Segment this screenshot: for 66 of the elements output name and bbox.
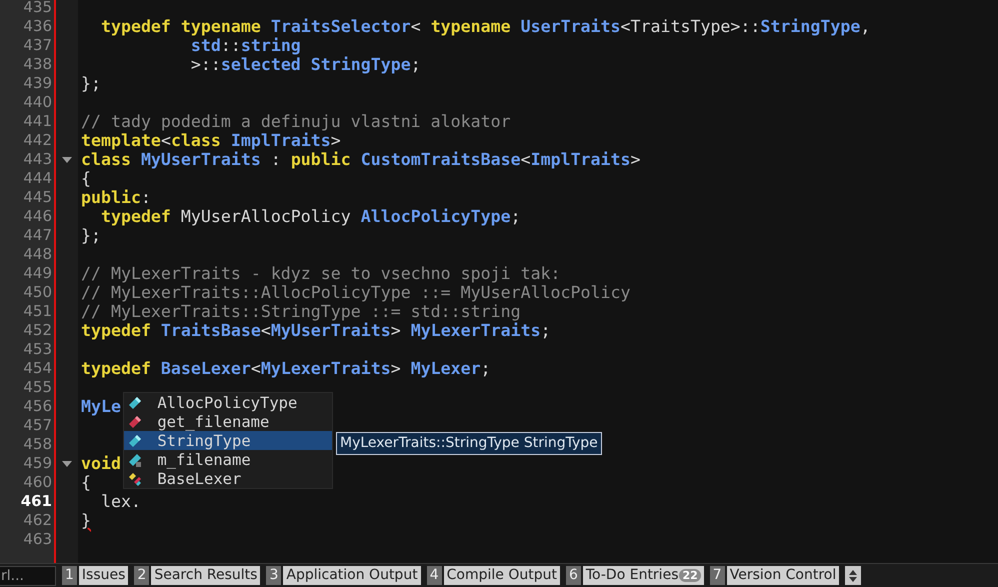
code-line: } [81,511,91,530]
code-line: typedef typename TraitsSelector< typename UserTraits<TraitsType>::StringType, [100,17,870,36]
code-line: typedef MyUserAllocPolicy AllocPolicyType; [100,207,521,226]
code-line: // MyLexerTraits::AllocPolicyType ::= MyUserAllocPolicy [81,283,630,302]
tooltip: MyLexerTraits::StringType StringType [336,432,602,455]
code-line: public: [81,188,151,207]
completion-item[interactable]: get_filename [124,412,332,431]
line-number: 453 [23,340,52,359]
line-number: 447 [23,226,52,245]
updown-button[interactable] [845,566,862,585]
line-number: 436 [23,17,52,36]
line-number: 441 [23,112,52,131]
line-number: 450 [23,283,52,302]
line-number: 458 [23,435,52,454]
code-line: { [81,473,91,492]
line-number: 437 [23,36,52,55]
line-number: 443 [23,150,52,169]
line-number: 460 [23,473,52,492]
fold-arrow-icon[interactable] [62,460,72,466]
code-line: class MyUserTraits : public CustomTraitsBase<ImplTraits> [81,150,641,169]
line-number: 446 [23,207,52,226]
updown-icon [849,568,858,582]
code-line: std::string [190,36,301,55]
code-line: // tady podedim a definuju vlastni alokator [81,112,511,131]
code-line: void [81,454,121,473]
code-line: // MyLexerTraits - kdyz se to vsechno spoji tak: [81,264,561,283]
line-number: 457 [23,416,52,435]
completion-item[interactable]: AllocPolicyType [124,393,332,412]
code-line: typedef TraitsBase<MyUserTraits> MyLexerTraits; [81,321,551,340]
line-number: 459 [23,454,52,473]
diamond-icon [128,414,142,428]
fold-arrow-icon[interactable] [62,156,72,162]
code-line: MyLe [81,397,121,416]
line-number: 440 [23,93,52,112]
code-line: { [81,169,91,188]
line-number: 451 [23,302,52,321]
line-number: 452 [23,321,52,340]
code-line: }; [81,74,101,93]
line-number: 456 [23,397,52,416]
line-number: 462 [23,511,52,530]
code-line: }; [81,226,101,245]
completion-item[interactable]: StringType [124,431,332,450]
line-number: 439 [23,74,52,93]
line-number: 455 [23,378,52,397]
diamond-icon [128,396,142,410]
locator-field[interactable]: rl... [0,566,56,586]
line-number: 438 [23,55,52,74]
line-number: 461 [20,492,52,511]
diamond-icon [128,434,142,448]
line-number: 449 [23,264,52,283]
line-number: 445 [23,188,52,207]
code-line: >::selected StringType; [190,55,421,74]
completion-item[interactable]: m_filename [124,450,332,469]
code-line: lex. [100,492,141,511]
line-number: 442 [23,131,52,150]
code-line: // MyLexerTraits::StringType ::= std::string [81,302,521,321]
line-number: 435 [23,0,52,17]
line-number: 454 [23,359,52,378]
class-icon [128,472,142,486]
line-number: 444 [23,169,52,188]
line-number: 463 [23,530,52,549]
code-line: typedef BaseLexer<MyLexerTraits> MyLexer; [81,359,491,378]
line-number: 448 [23,245,52,264]
diamond-lock-icon [128,452,142,466]
completion-item[interactable]: BaseLexer [124,469,332,488]
code-line: template<class ImplTraits> [81,131,341,150]
